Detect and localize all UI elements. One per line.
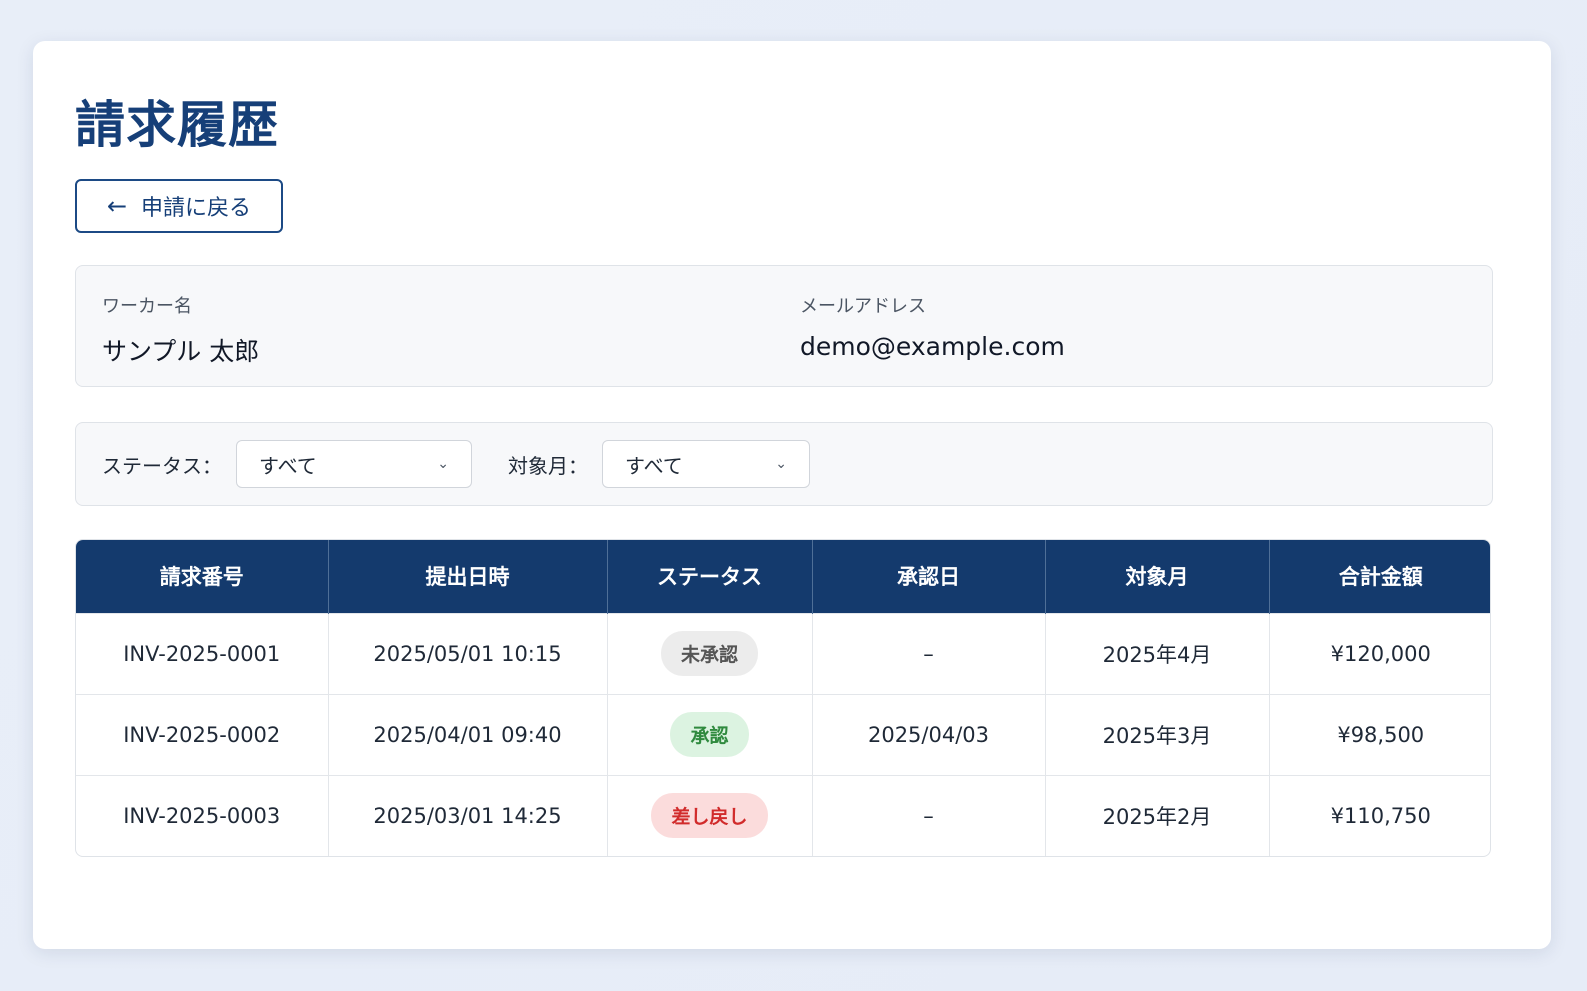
status-cell: 差し戻し [607, 774, 813, 856]
status-cell: 未承認 [607, 612, 813, 694]
submitted-cell: 2025/03/01 14:25 [328, 774, 608, 856]
table-row[interactable]: INV-2025-0002 2025/04/01 09:40 承認 2025/0… [76, 693, 1490, 775]
main-card: 請求履歴 ← 申請に戻る ワーカー名 サンプル 太郎 メールアドレス demo@… [33, 41, 1551, 949]
invoice-no-cell: INV-2025-0001 [76, 612, 329, 694]
month-filter-value: すべて [625, 453, 683, 478]
header-invoice-no: 請求番号 [76, 540, 329, 613]
submitted-cell: 2025/05/01 10:15 [328, 612, 608, 694]
worker-name-label: ワーカー名 [102, 296, 192, 317]
status-filter-select[interactable]: すべて ⌄ [236, 440, 472, 488]
arrow-left-icon: ← [106, 192, 128, 220]
status-cell: 承認 [607, 693, 813, 775]
approved-date-cell: – [812, 612, 1046, 694]
invoice-history-table: 請求番号 提出日時 ステータス 承認日 対象月 合計金額 INV-2025-00… [75, 539, 1491, 857]
chevron-down-icon: ⌄ [775, 456, 787, 472]
table-header-row: 請求番号 提出日時 ステータス 承認日 対象月 合計金額 [76, 540, 1490, 613]
month-filter-label: 対象月： [508, 453, 588, 478]
target-month-cell: 2025年3月 [1045, 693, 1270, 775]
email-label: メールアドレス [800, 296, 926, 317]
header-status: ステータス [607, 540, 813, 613]
header-target-month: 対象月 [1045, 540, 1270, 613]
status-badge: 承認 [670, 712, 749, 757]
page-title: 請求履歴 [75, 96, 279, 154]
invoice-no-cell: INV-2025-0002 [76, 693, 329, 775]
email-group: メールアドレス demo@example.com [800, 292, 1065, 361]
invoice-no-cell: INV-2025-0003 [76, 774, 329, 856]
table-row[interactable]: INV-2025-0001 2025/05/01 10:15 未承認 – 202… [76, 612, 1490, 694]
worker-name-value: サンプル 太郎 [102, 337, 260, 366]
worker-info-panel: ワーカー名 サンプル 太郎 メールアドレス demo@example.com [75, 265, 1493, 387]
status-badge: 未承認 [660, 631, 758, 676]
approved-date-cell: – [812, 774, 1046, 856]
status-filter-label: ステータス： [102, 453, 222, 478]
back-to-application-button[interactable]: ← 申請に戻る [75, 179, 283, 233]
total-cell: ¥120,000 [1269, 612, 1490, 694]
submitted-cell: 2025/04/01 09:40 [328, 693, 608, 775]
email-value: demo@example.com [800, 332, 1065, 361]
table-row[interactable]: INV-2025-0003 2025/03/01 14:25 差し戻し – 20… [76, 774, 1490, 856]
total-cell: ¥110,750 [1269, 774, 1490, 856]
month-filter-select[interactable]: すべて ⌄ [602, 440, 810, 488]
approved-date-cell: 2025/04/03 [812, 693, 1046, 775]
filter-panel: ステータス： すべて ⌄ 対象月： すべて ⌄ [75, 422, 1493, 506]
status-badge: 差し戻し [651, 793, 768, 839]
target-month-cell: 2025年2月 [1045, 774, 1270, 856]
header-approved-date: 承認日 [812, 540, 1046, 613]
total-cell: ¥98,500 [1269, 693, 1490, 775]
target-month-cell: 2025年4月 [1045, 612, 1270, 694]
header-submitted: 提出日時 [328, 540, 608, 613]
status-filter-value: すべて [259, 453, 317, 478]
back-button-label: 申請に戻る [141, 196, 252, 221]
chevron-down-icon: ⌄ [437, 456, 449, 472]
header-total: 合計金額 [1269, 540, 1490, 613]
worker-name-group: ワーカー名 サンプル 太郎 [102, 292, 259, 368]
